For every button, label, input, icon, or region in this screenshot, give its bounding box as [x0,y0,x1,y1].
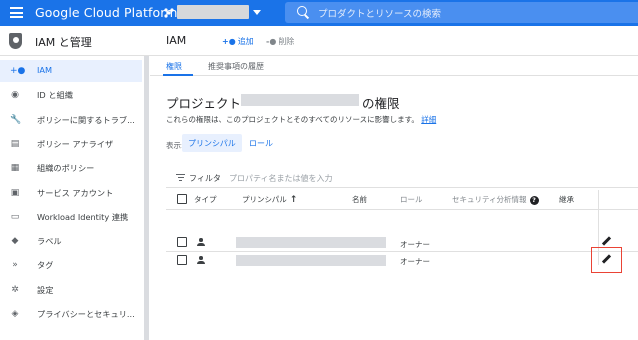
active-tab-indicator [163,74,193,76]
column-header-name: 名前 [352,195,367,204]
sidebar-item[interactable]: +● IAM [0,60,142,82]
privacy-icon: ◈ [11,309,19,319]
tab-permissions[interactable]: 権限 [166,61,182,72]
sidebar-item[interactable]: ▭ Workload Identity 連携 [0,206,142,228]
sidebar-scrollbar[interactable] [144,56,149,340]
permissions-description: これらの権限は、このプロジェクトとそのすべてのリソースに影響します。 詳細 [166,114,436,125]
sidebar-item[interactable]: ✲ 設定 [0,279,142,301]
add-button[interactable]: +● 追加 [222,36,254,47]
sidebar-item[interactable]: ▤ ポリシー アナライザ [0,133,142,155]
filter-input[interactable]: プロパティ名または値を入力 [229,173,333,184]
sidebar-item[interactable]: ◈ プライバシーとセキュリ... [0,303,142,325]
sidebar-item-label: プライバシーとセキュリ... [37,309,135,319]
sort-arrow-up-icon[interactable]: ↑ [290,195,298,205]
policy-doc-icon: ▤ [10,138,20,149]
search-icon[interactable] [297,6,307,16]
sidebar-item-label: 設定 [37,284,54,295]
filter-icon [176,174,185,181]
permissions-title-prefix: プロジェクト [166,96,242,111]
security-header-label: セキュリティ分析情報 [452,195,527,204]
view-roles-toggle[interactable]: ロール [243,134,279,152]
person-remove-icon: -● [266,37,277,46]
role-cell: オーナー [400,257,430,266]
sidebar-item[interactable]: ◆ ラベル [0,230,142,252]
sidebar-item-label: サービス アカウント [37,187,114,198]
principal-redacted [236,237,386,248]
sidebar-item[interactable]: ▦ 組織のポリシー [0,157,142,179]
workload-identity-icon: ▭ [10,211,20,222]
view-principals-toggle[interactable]: プリンシパル [182,134,242,152]
sidebar: IAM と管理 +● IAM ◉ ID と組織 🔧 ポリシーに関するトラブ... ▤ ポリシー… [0,26,150,340]
remove-label: 削除 [278,37,295,46]
sidebar-item-label: タグ [37,260,54,271]
service-account-icon: ▣ [10,187,20,198]
column-header-role: ロール [400,195,423,204]
sidebar-item-label: ラベル [37,236,62,247]
person-icon [197,256,205,264]
column-header-inherited: 継承 [559,195,574,204]
principal-header-label: プリンシパル [242,195,287,204]
select-all-checkbox[interactable] [177,194,187,204]
sidebar-header: IAM と管理 [0,26,150,56]
principal-redacted [236,255,386,266]
details-link[interactable]: 詳細 [421,115,436,124]
edit-pencil-icon[interactable] [601,236,611,246]
sidebar-item-label: IAM [37,65,53,75]
label-icon: ◆ [11,236,19,247]
help-icon[interactable]: ? [529,195,539,205]
edit-highlight-box [591,247,622,273]
sidebar-item[interactable]: ◉ ID と組織 [0,84,142,106]
row-divider [166,251,638,252]
column-header-security-insights: セキュリティ分析情報? [452,194,539,205]
project-selector[interactable] [177,5,249,19]
shield-icon [9,33,22,49]
list-box-icon: ▦ [10,163,20,174]
person-add-icon: +● [222,37,236,46]
main-content: IAM +● 追加 -● 削除 権限 推奨事項の履歴 プロジェクト の権限 これらの… [150,26,638,340]
project-dots-icon [164,8,174,18]
permissions-title-suffix: の権限 [362,96,400,111]
sidebar-item-label: ポリシーに関するトラブ... [37,114,135,125]
tab-bar: 権限 推奨事項の履歴 [150,56,638,76]
menu-icon[interactable] [10,7,23,18]
wrench-icon: 🔧 [10,114,22,125]
sidebar-item-label: 組織のポリシー [37,163,95,174]
brand-title[interactable]: Google Cloud Platform [35,5,178,20]
sidebar-item[interactable]: 🔧 ポリシーに関するトラブ... [0,109,142,131]
row-checkbox[interactable] [177,255,187,265]
sidebar-item[interactable]: » タグ [0,254,142,276]
sidebar-item-label: ポリシー アナライザ [37,138,114,149]
person-add-icon: +● [10,66,26,76]
project-name-redacted [241,94,359,106]
chevron-down-icon[interactable] [253,10,261,15]
settings-icon: ✲ [11,284,19,295]
role-cell: オーナー [400,240,430,249]
page-header: IAM +● 追加 -● 削除 [150,26,638,56]
row-checkbox[interactable] [177,237,187,247]
sidebar-item-label: Workload Identity 連携 [37,211,129,222]
column-header-principal[interactable]: プリンシパル ↑ [242,194,297,205]
column-header-type: タイプ [194,195,217,204]
description-text: これらの権限は、このプロジェクトとそのすべてのリソースに影響します。 [166,115,419,124]
remove-button[interactable]: -● 削除 [266,36,294,47]
search-placeholder[interactable]: プロダクトとリソースの検索 [318,6,441,20]
top-app-bar: Google Cloud Platform プロダクトとリソースの検索 [0,0,638,26]
view-label: 表示: [166,141,184,150]
sidebar-item-label: ID と組織 [37,90,73,101]
person-icon [197,238,205,246]
sidebar-title: IAM と管理 [35,36,92,49]
account-circle-icon: ◉ [11,90,19,101]
tag-icon: » [12,260,18,271]
filter-label: フィルタ [189,174,221,183]
header-divider [166,209,638,210]
add-label: 追加 [237,37,254,46]
filter-bar[interactable]: フィルタ プロパティ名または値を入力 [166,168,638,188]
sidebar-item[interactable]: ▣ サービス アカウント [0,182,142,204]
tab-recommendation-history[interactable]: 推奨事項の履歴 [208,61,264,72]
page-title: IAM [166,34,187,47]
